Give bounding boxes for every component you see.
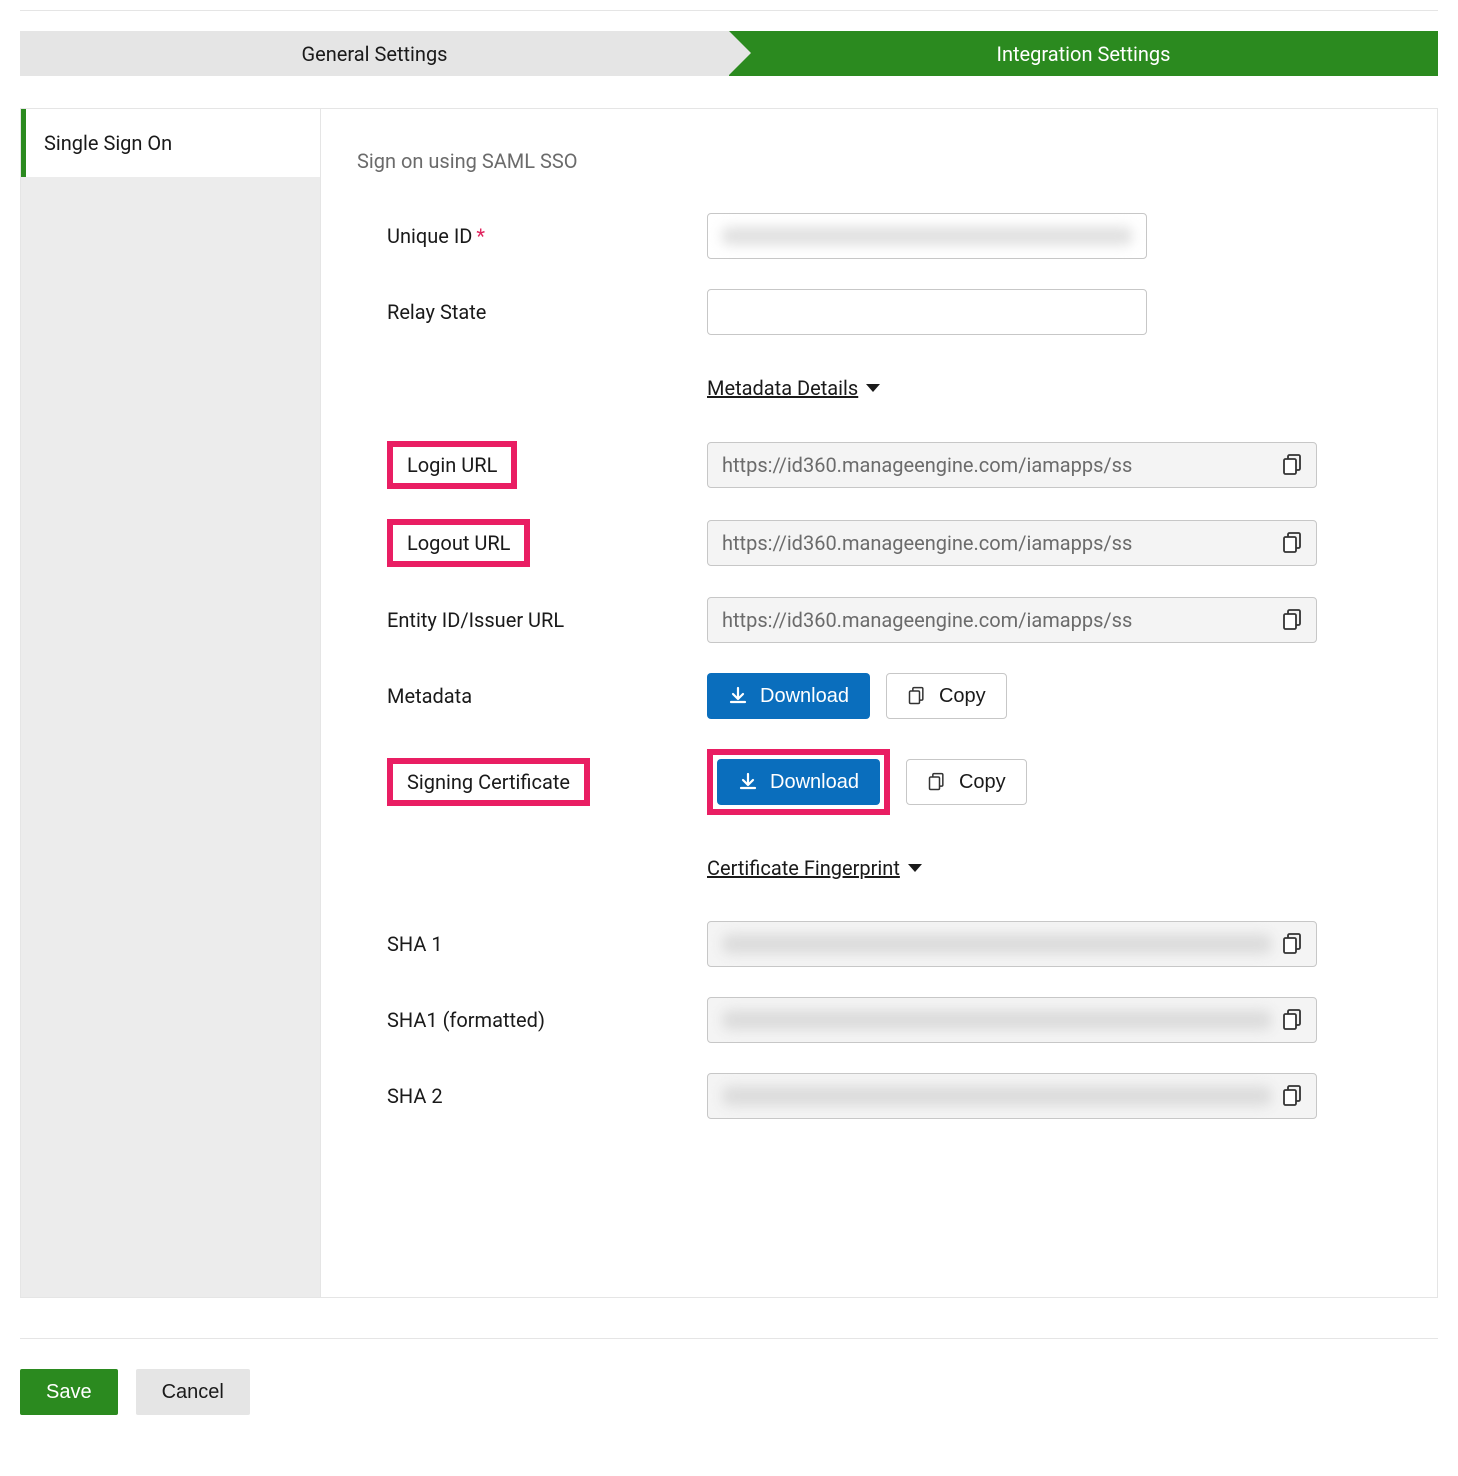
unique-id-label: Unique ID* [357,224,707,248]
sha2-label: SHA 2 [357,1084,707,1108]
chevron-down-icon [866,384,880,392]
logout-url-label: Logout URL [407,531,510,555]
cert-fingerprint-toggle[interactable]: Certificate Fingerprint [707,856,922,880]
sha1-formatted-field [707,997,1317,1043]
tab-integration-label: Integration Settings [997,42,1171,66]
copy-icon[interactable] [1282,1084,1304,1108]
copy-label: Copy [959,771,1006,794]
entity-id-label: Entity ID/Issuer URL [357,608,707,632]
settings-panel: Single Sign On Sign on using SAML SSO Un… [20,108,1438,1298]
tab-general-label: General Settings [302,42,448,66]
copy-icon [927,772,947,792]
section-title: Sign on using SAML SSO [357,149,1401,173]
sha1-value-redacted [722,934,1272,954]
content-area: Sign on using SAML SSO Unique ID* Relay … [321,109,1437,1297]
download-icon [738,772,758,792]
tab-general-settings[interactable]: General Settings [20,31,729,76]
tab-integration-settings[interactable]: Integration Settings [729,31,1438,76]
copy-icon[interactable] [1282,453,1304,477]
metadata-details-label: Metadata Details [707,376,858,400]
copy-icon[interactable] [1282,608,1304,632]
copy-icon[interactable] [1282,531,1304,555]
copy-icon [907,686,927,706]
sha2-value-redacted [722,1086,1272,1106]
signing-cert-download-button[interactable]: Download [717,759,880,805]
sha2-field [707,1073,1317,1119]
sha1f-value-redacted [722,1010,1272,1030]
copy-icon[interactable] [1282,932,1304,956]
download-icon [728,686,748,706]
settings-tab-bar: General Settings Integration Settings [20,31,1438,76]
login-url-value: https://id360.manageengine.com/iamapps/s… [722,453,1272,477]
signing-cert-label-highlight: Signing Certificate [387,758,590,806]
save-button[interactable]: Save [20,1369,118,1415]
download-label: Download [760,685,849,708]
unique-id-input[interactable] [707,213,1147,259]
entity-id-value: https://id360.manageengine.com/iamapps/s… [722,608,1272,632]
metadata-details-toggle[interactable]: Metadata Details [707,376,880,400]
logout-url-label-highlight: Logout URL [387,519,530,567]
sha1-formatted-label: SHA1 (formatted) [357,1008,707,1032]
signing-cert-label: Signing Certificate [407,770,570,794]
footer-actions: Save Cancel [20,1369,1438,1415]
sha1-label: SHA 1 [357,932,707,956]
required-indicator: * [476,224,485,248]
sidebar: Single Sign On [21,109,321,1297]
download-label: Download [770,771,859,794]
sidebar-item-sso[interactable]: Single Sign On [21,109,320,177]
metadata-label: Metadata [357,684,707,708]
sidebar-item-label: Single Sign On [44,131,172,155]
relay-state-input[interactable] [707,289,1147,335]
relay-state-label: Relay State [357,300,707,324]
sha1-field [707,921,1317,967]
login-url-field: https://id360.manageengine.com/iamapps/s… [707,442,1317,488]
cert-fingerprint-label: Certificate Fingerprint [707,856,900,880]
login-url-label-highlight: Login URL [387,441,517,489]
logout-url-value: https://id360.manageengine.com/iamapps/s… [722,531,1272,555]
signing-cert-copy-button[interactable]: Copy [906,759,1027,805]
copy-icon[interactable] [1282,1008,1304,1032]
metadata-download-button[interactable]: Download [707,673,870,719]
logout-url-field: https://id360.manageengine.com/iamapps/s… [707,520,1317,566]
signing-cert-download-highlight: Download [707,749,890,815]
chevron-down-icon [908,864,922,872]
login-url-label: Login URL [407,453,497,477]
cancel-button[interactable]: Cancel [136,1369,250,1415]
copy-label: Copy [939,685,986,708]
entity-id-field: https://id360.manageengine.com/iamapps/s… [707,597,1317,643]
metadata-copy-button[interactable]: Copy [886,673,1007,719]
